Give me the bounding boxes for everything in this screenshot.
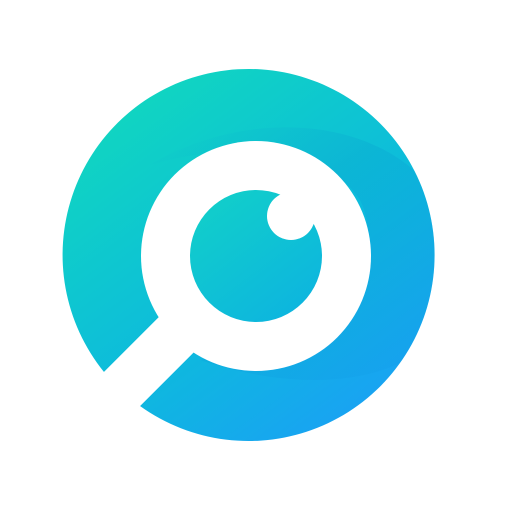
eye-highlight — [267, 192, 315, 240]
app-icon-canvas — [0, 0, 512, 512]
eye-magnifier-icon — [62, 68, 435, 441]
